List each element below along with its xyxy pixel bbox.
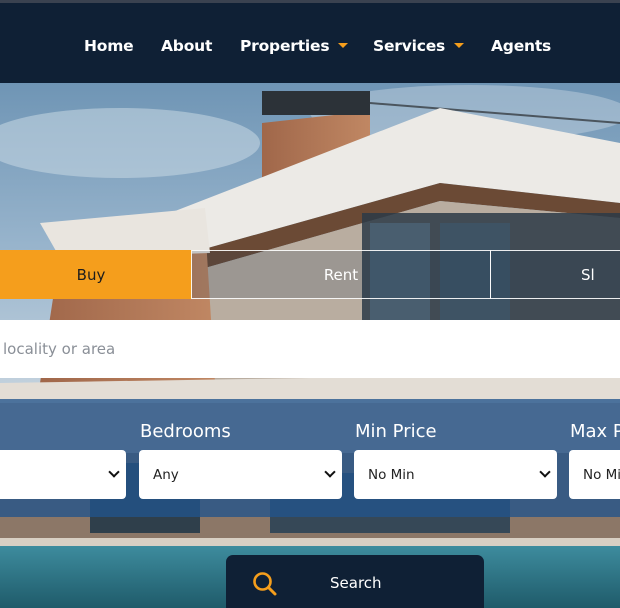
property-type-select[interactable]: [0, 450, 126, 499]
chevron-down-icon: [108, 466, 120, 478]
max-price-label: Max P: [570, 421, 620, 442]
nav-about-label: About: [161, 37, 213, 55]
bedrooms-select[interactable]: Any: [139, 450, 342, 499]
top-navigation-bar: Home About Properties Services Agents: [0, 0, 620, 83]
nav-home[interactable]: Home: [84, 37, 134, 55]
hero-background: Buy Rent Sl Bedrooms Any Min Price No Mi…: [0, 83, 620, 608]
bedrooms-value: Any: [153, 466, 179, 483]
chevron-down-icon: [324, 466, 336, 478]
caret-down-icon: [454, 43, 465, 48]
nav-properties[interactable]: Properties: [240, 37, 349, 55]
search-icon: [252, 571, 278, 601]
nav-home-label: Home: [84, 37, 134, 55]
search-button[interactable]: Search: [226, 555, 484, 608]
min-price-value: No Min: [368, 466, 415, 483]
chevron-down-icon: [539, 466, 551, 478]
max-price-select[interactable]: No Mi: [569, 450, 620, 499]
listing-type-tabs: Buy Rent Sl: [0, 250, 620, 299]
tab-buy[interactable]: Buy: [0, 250, 192, 299]
max-price-value: No Mi: [583, 466, 620, 483]
tab-rent-label: Rent: [323, 265, 359, 284]
caret-down-icon: [338, 43, 349, 48]
nav-services[interactable]: Services: [373, 37, 465, 55]
nav-services-label: Services: [373, 37, 446, 55]
location-search-input[interactable]: [0, 320, 620, 378]
nav-about[interactable]: About: [161, 37, 212, 55]
nav-agents-label: Agents: [491, 37, 552, 55]
min-price-label: Min Price: [355, 421, 437, 442]
main-nav: Home About Properties Services Agents: [0, 3, 620, 86]
min-price-select[interactable]: No Min: [354, 450, 557, 499]
tab-sell-label: Sl: [581, 265, 595, 284]
search-button-label: Search: [330, 574, 382, 592]
tab-rent[interactable]: Rent: [191, 250, 491, 299]
tab-buy-label: Buy: [76, 265, 106, 284]
nav-agents[interactable]: Agents: [491, 37, 551, 55]
bedrooms-label: Bedrooms: [140, 421, 231, 442]
nav-properties-label: Properties: [240, 37, 330, 55]
tab-sell[interactable]: Sl: [490, 250, 620, 299]
filter-panel: Bedrooms Any Min Price No Min Max P No M…: [0, 399, 620, 517]
